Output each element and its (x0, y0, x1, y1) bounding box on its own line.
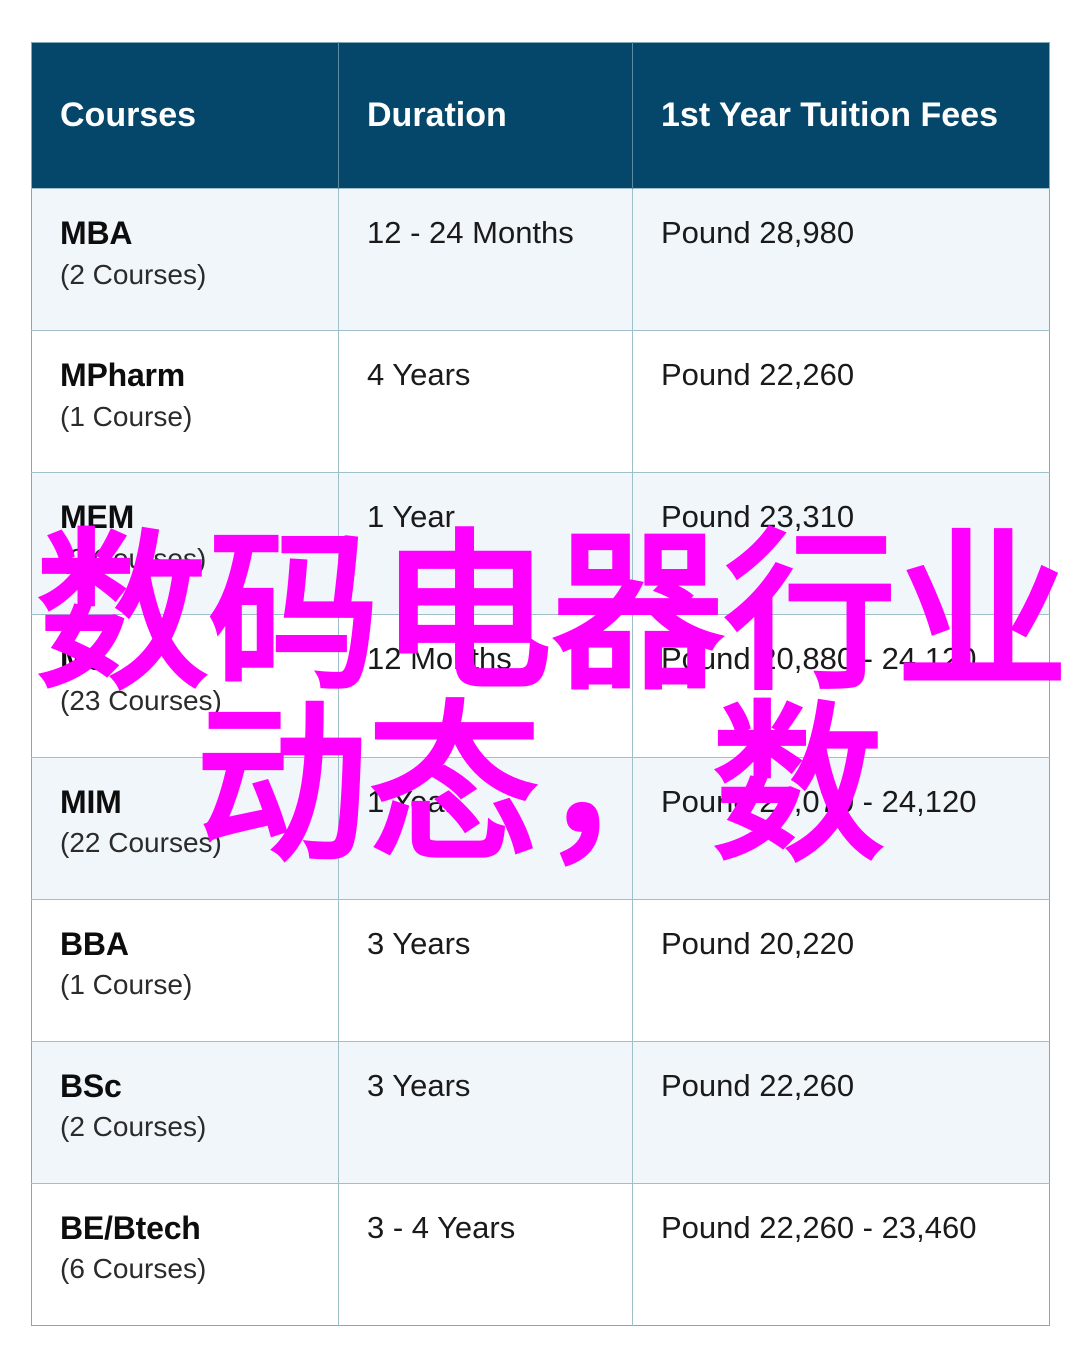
cell-fees: Pound 22,260 (632, 330, 1050, 473)
course-name: MEM (60, 499, 135, 536)
cell-course: MPharm (1 Course) (31, 330, 339, 473)
table-row[interactable]: MBA (2 Courses) 12 - 24 Months Pound 28,980 (31, 187, 1050, 331)
course-count: (2 Courses) (60, 1111, 207, 1143)
cell-course: BSc (2 Courses) (31, 1040, 339, 1184)
cell-fees: Pound 20,070 - 24,120 (632, 756, 1050, 900)
column-header-courses[interactable]: Courses (31, 42, 339, 189)
column-header-fees[interactable]: 1st Year Tuition Fees (632, 42, 1050, 189)
duration-value: 1 Year (367, 783, 455, 819)
duration-value: 4 Years (367, 357, 471, 393)
table-row[interactable]: MEM (2 Courses) 1 Year Pound 23,310 (31, 472, 1050, 615)
course-name: MPharm (60, 357, 186, 394)
duration-value: 12 - 24 Months (367, 215, 574, 250)
fees-value: Pound 20,070 - 24,120 (661, 783, 977, 819)
cell-fees: Pound 23,310 (632, 472, 1050, 615)
duration-value: 1 Year (367, 499, 455, 535)
duration-value: 12 Months (367, 641, 512, 677)
cell-duration: 12 - 24 Months (338, 187, 633, 331)
fees-value: Pound 20,880 - 24,120 (661, 641, 977, 677)
course-count: (2 Courses) (60, 542, 207, 574)
table-row[interactable]: MS (23 Courses) 12 Months Pound 20,880 - 24… (31, 614, 1050, 757)
table-row[interactable]: BE/Btech (6 Courses) 3 - 4 Years Pound 22,2… (31, 1182, 1050, 1326)
table-row[interactable]: BSc (2 Courses) 3 Years Pound 22,260 (31, 1040, 1050, 1184)
cell-duration: 1 Year (338, 756, 633, 900)
course-name: BSc (60, 1067, 122, 1104)
cell-course: BBA (1 Course) (31, 898, 339, 1042)
course-count: (1 Course) (60, 400, 193, 432)
course-fees-table-container: Courses Duration 1st Year Tuition Fees M… (31, 42, 1050, 1326)
course-count: (6 Courses) (60, 1253, 207, 1285)
duration-value: 3 - 4 Years (367, 1209, 516, 1245)
cell-course: MEM (2 Courses) (31, 472, 339, 615)
fees-value: Pound 22,260 (661, 357, 855, 393)
cell-duration: 3 Years (338, 1040, 633, 1184)
cell-duration: 3 Years (338, 898, 633, 1042)
course-count: (1 Course) (60, 969, 193, 1001)
cell-fees: Pound 20,220 (632, 898, 1050, 1042)
column-header-duration[interactable]: Duration (338, 42, 633, 189)
cell-course: BE/Btech (6 Courses) (31, 1182, 339, 1326)
table-row[interactable]: MPharm (1 Course) 4 Years Pound 22,260 (31, 330, 1050, 473)
cell-course: MS (23 Courses) (31, 614, 339, 757)
duration-value: 3 Years (367, 1067, 471, 1103)
course-fees-table: Courses Duration 1st Year Tuition Fees M… (31, 42, 1050, 1326)
fees-value: Pound 28,980 (661, 215, 855, 250)
course-name: MIM (60, 783, 122, 820)
cell-fees: Pound 22,260 (632, 1040, 1050, 1184)
table-row[interactable]: MIM (22 Courses) 1 Year Pound 20,070 - 24,1… (31, 756, 1050, 900)
course-count: (22 Courses) (60, 827, 222, 859)
table-body: MBA (2 Courses) 12 - 24 Months Pound 28,980… (31, 187, 1050, 1326)
course-name: MBA (60, 215, 133, 251)
course-name: BBA (60, 925, 129, 962)
cell-fees: Pound 28,980 (632, 187, 1050, 331)
course-name: MS (60, 641, 108, 678)
cell-duration: 4 Years (338, 330, 633, 473)
table-header-row: Courses Duration 1st Year Tuition Fees (31, 42, 1050, 189)
cell-duration: 3 - 4 Years (338, 1182, 633, 1326)
fees-value: Pound 22,260 - 23,460 (661, 1209, 977, 1245)
cell-duration: 1 Year (338, 472, 633, 615)
page-root: Courses Duration 1st Year Tuition Fees M… (0, 0, 1080, 1350)
course-name: BE/Btech (60, 1209, 201, 1246)
table-header: Courses Duration 1st Year Tuition Fees (31, 42, 1050, 189)
cell-fees: Pound 22,260 - 23,460 (632, 1182, 1050, 1326)
course-count: (2 Courses) (60, 258, 207, 290)
course-count: (23 Courses) (60, 684, 222, 716)
duration-value: 3 Years (367, 925, 471, 961)
cell-fees: Pound 20,880 - 24,120 (632, 614, 1050, 757)
fees-value: Pound 20,220 (661, 925, 855, 961)
table-row[interactable]: BBA (1 Course) 3 Years Pound 20,220 (31, 898, 1050, 1042)
fees-value: Pound 22,260 (661, 1067, 855, 1103)
cell-course: MIM (22 Courses) (31, 756, 339, 900)
cell-course: MBA (2 Courses) (31, 187, 339, 331)
cell-duration: 12 Months (338, 614, 633, 757)
fees-value: Pound 23,310 (661, 499, 855, 535)
